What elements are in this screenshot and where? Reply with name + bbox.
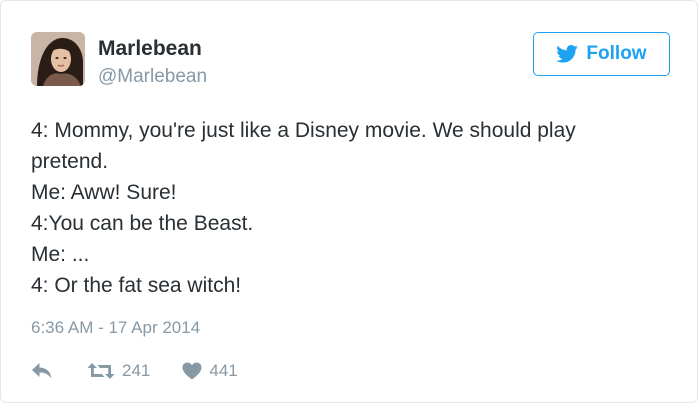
retweet-button[interactable]: 241 (87, 361, 150, 381)
tweet-card: Marlebean @Marlebean Follow 4: Mommy, yo… (0, 0, 698, 403)
tweet-timestamp[interactable]: 6:36 AM - 17 Apr 2014 (31, 317, 200, 339)
user-handle[interactable]: @Marlebean (98, 66, 207, 88)
tweet-text: 4: Mommy, you're just like a Disney movi… (31, 115, 681, 301)
reply-button[interactable] (31, 362, 53, 380)
like-button[interactable]: 441 (182, 361, 238, 381)
retweet-icon (87, 363, 115, 379)
retweet-count: 241 (122, 361, 151, 380)
twitter-bird-icon (556, 45, 579, 63)
avatar[interactable] (31, 32, 85, 86)
like-count: 441 (209, 361, 238, 380)
user-display-name[interactable]: Marlebean (98, 37, 202, 61)
tweet-line: 4:You can be the Beast. (31, 212, 254, 235)
tweet-line: Me: ... (31, 243, 90, 266)
heart-icon (182, 362, 202, 380)
tweet-line: Me: Aww! Sure! (31, 181, 177, 204)
tweet-line: pretend. (31, 150, 109, 173)
follow-button[interactable]: Follow (533, 32, 670, 76)
tweet-line: 4: Or the fat sea witch! (31, 274, 242, 297)
reply-icon (32, 363, 52, 379)
avatar-image (31, 32, 85, 86)
tweet-actions: 241 441 (31, 359, 238, 383)
follow-button-label: Follow (586, 43, 647, 64)
tweet-line: 4: Mommy, you're just like a Disney movi… (31, 119, 576, 142)
